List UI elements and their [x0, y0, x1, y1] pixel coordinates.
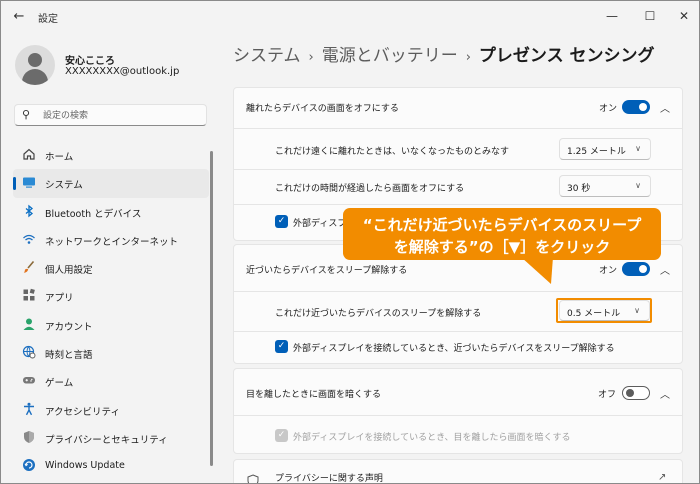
wake-on-approach-toggle-label: オン [599, 266, 618, 276]
wake-external-label: 外部ディスプレイを接続しているとき、近づいたらデバイスをスリープ解除する [293, 344, 615, 354]
divider [233, 415, 683, 416]
dim-external-checkbox: ✓ [275, 429, 288, 442]
walk-away-toggle-label: オン [599, 104, 618, 114]
person-icon [21, 317, 37, 333]
dim-screen-toggle-label: オフ [598, 390, 617, 400]
divider [233, 128, 683, 129]
sidebar-item-accounts[interactable]: アカウント [13, 311, 209, 339]
sidebar-item-windows-update[interactable]: Windows Update [13, 452, 209, 480]
sidebar-item-personalization[interactable]: 個人用設定 [13, 254, 209, 282]
dim-screen-toggle[interactable] [622, 386, 650, 400]
home-icon [21, 147, 37, 163]
sidebar-item-gaming[interactable]: ゲーム [13, 367, 209, 395]
walk-away-time-dropdown[interactable]: 30 秒 ∨ [559, 175, 651, 197]
avatar[interactable] [15, 45, 55, 85]
dropdown-highlight [556, 298, 652, 323]
shield-icon [21, 430, 37, 446]
minimize-button[interactable]: — [601, 6, 623, 26]
user-name: 安心こころ [65, 56, 115, 67]
sidebar-item-time-language[interactable]: 時刻と言語 [13, 339, 209, 367]
dim-external-label: 外部ディスプレイを接続しているとき、目を離したら画面を暗くする [293, 433, 571, 443]
sidebar-item-bluetooth[interactable]: Bluetooth とデバイス [13, 198, 209, 226]
walk-away-distance-label: これだけ遠くに離れたときは、いなくなったものとみなす [275, 147, 510, 157]
sidebar-item-apps[interactable]: アプリ [13, 282, 209, 310]
wake-on-approach-title: 近づいたらデバイスをスリープ解除する [246, 266, 408, 276]
window-title: 設定 [38, 14, 58, 25]
walk-away-toggle[interactable] [622, 100, 650, 114]
external-link-icon[interactable]: ↗ [658, 472, 666, 483]
breadcrumb: システム › 電源とバッテリー › プレゼンス センシング [233, 41, 654, 66]
divider [233, 331, 683, 332]
chevron-right-icon: › [308, 50, 314, 65]
sidebar-item-network[interactable]: ネットワークとインターネット [13, 226, 209, 254]
dim-screen-title: 目を離したときに画面を暗くする [246, 390, 382, 400]
privacy-statement-label[interactable]: プライバシーに関する声明 [275, 471, 383, 483]
sidebar-item-privacy-security[interactable]: プライバシーとセキュリティ [13, 424, 209, 452]
breadcrumb-system[interactable]: システム [233, 46, 301, 66]
sidebar-item-system[interactable]: システム [13, 169, 209, 198]
close-button[interactable]: ✕ [673, 6, 695, 26]
accessibility-icon [21, 402, 37, 418]
brush-icon [21, 260, 37, 276]
divider [233, 291, 683, 292]
page-title: プレゼンス センシング [478, 46, 655, 66]
callout-text-line1: “これだけ近づいたらデバイスのスリープ [362, 216, 642, 234]
walk-away-title: 離れたらデバイスの画面をオフにする [246, 104, 399, 114]
wake-distance-label: これだけ近づいたらデバイスのスリープを解除する [275, 309, 482, 319]
wake-external-checkbox[interactable]: ✓ [275, 340, 288, 353]
callout-text-line2: を解除する”の［▼］をクリック [393, 238, 611, 256]
search-box[interactable]: ⚲ [14, 104, 207, 126]
breadcrumb-power-battery[interactable]: 電源とバッテリー [322, 46, 458, 66]
chevron-right-icon: › [465, 50, 471, 65]
sidebar-item-accessibility[interactable]: アクセシビリティ [13, 396, 209, 424]
gamepad-icon [21, 373, 37, 389]
maximize-button[interactable]: ☐ [639, 6, 661, 26]
divider [233, 204, 683, 205]
sidebar-item-home[interactable]: ホーム [13, 141, 209, 169]
search-icon: ⚲ [22, 108, 31, 121]
back-arrow-icon[interactable]: ← [10, 8, 28, 26]
chevron-up-icon[interactable]: ︿ [660, 100, 670, 115]
wifi-icon [21, 232, 37, 248]
monitor-icon [21, 175, 37, 191]
chevron-down-icon: ∨ [635, 144, 641, 153]
apps-icon [21, 288, 37, 304]
walk-away-external-label: 外部ディスプ [293, 219, 347, 229]
walk-away-time-label: これだけの時間が経過したら画面をオフにする [275, 184, 465, 194]
chevron-up-icon[interactable]: ︿ [660, 386, 670, 401]
chevron-down-icon: ∨ [635, 181, 641, 190]
walk-away-external-checkbox[interactable]: ✓ [275, 215, 288, 228]
divider [233, 169, 683, 170]
update-icon [21, 458, 37, 474]
chevron-up-icon[interactable]: ︿ [660, 262, 670, 277]
search-input[interactable] [43, 108, 193, 123]
settings-window: ← 設定 — ☐ ✕ 安心こころ XXXXXXXX@outlook.jp ⚲ ホ… [0, 0, 700, 484]
sidebar-scrollbar[interactable] [210, 151, 213, 466]
walk-away-distance-dropdown[interactable]: 1.25 メートル ∨ [559, 138, 651, 160]
globe-clock-icon [21, 345, 37, 361]
user-email: XXXXXXXX@outlook.jp [65, 66, 180, 77]
bluetooth-icon [21, 204, 37, 220]
shield-icon [247, 472, 259, 483]
title-bar: ← 設定 — ☐ ✕ [1, 1, 699, 33]
wake-on-approach-toggle[interactable] [622, 262, 650, 276]
sidebar-nav: ホーム システム Bluetooth とデバイス ネットワークとインターネット … [13, 141, 209, 481]
